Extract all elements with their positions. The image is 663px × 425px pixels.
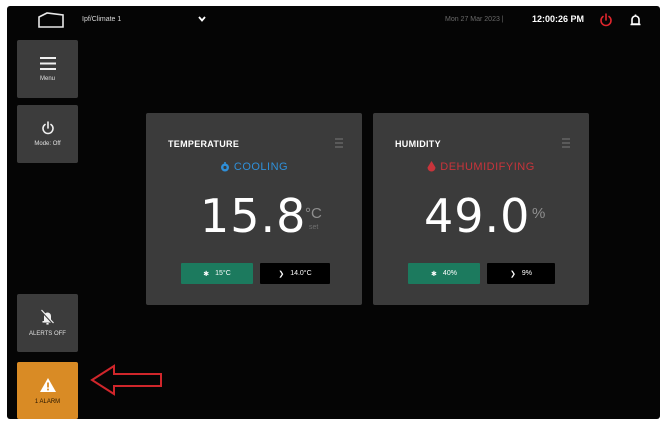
droplet-icon bbox=[427, 161, 436, 172]
power-icon[interactable] bbox=[599, 13, 613, 27]
temperature-status-text: COOLING bbox=[233, 161, 289, 173]
temperature-actual: ❯ 14.0°C bbox=[260, 263, 330, 284]
alarm-button[interactable]: 1 ALARM bbox=[17, 362, 78, 419]
bell-icon[interactable] bbox=[629, 13, 642, 28]
chevron-right-icon: ❯ bbox=[278, 270, 285, 278]
humidity-card[interactable]: HUMIDITY DEHUMIDIFYING 49.0 % ✱ 40% ❯ 9% bbox=[373, 113, 589, 305]
card-options-icon[interactable] bbox=[561, 137, 571, 149]
alerts-label: ALERTS OFF bbox=[29, 331, 66, 337]
date-text: Mon 27 Mar 2023 | bbox=[445, 16, 504, 23]
card-options-icon[interactable] bbox=[334, 137, 344, 149]
alarm-label: 1 ALARM bbox=[34, 398, 61, 405]
temperature-unit-sub: set bbox=[309, 224, 319, 231]
temperature-status: COOLING bbox=[146, 161, 362, 173]
hamburger-menu-icon bbox=[39, 56, 56, 70]
menu-label: Menu bbox=[39, 75, 55, 82]
temperature-value: 15.8 bbox=[200, 189, 307, 243]
humidity-actual: ❯ 9% bbox=[487, 263, 555, 284]
chevron-right-icon: ❯ bbox=[510, 270, 516, 278]
temperature-unit: °C bbox=[305, 205, 322, 222]
chevron-down-icon[interactable] bbox=[197, 14, 207, 24]
temperature-title: TEMPERATURE bbox=[168, 139, 240, 149]
device-screen: Ipf/Climate 1 Mon 27 Mar 2023 | 12:00:26… bbox=[7, 6, 660, 419]
snowflake-icon bbox=[220, 162, 229, 172]
temperature-card[interactable]: TEMPERATURE COOLING 15.8 °C set ✱ 15°C ❯… bbox=[146, 113, 362, 305]
alerts-toggle-button[interactable]: ALERTS OFF bbox=[17, 294, 78, 352]
warning-triangle-icon bbox=[39, 377, 56, 392]
temperature-setpoint[interactable]: ✱ 15°C bbox=[181, 263, 253, 284]
humidity-setpoint-value: 40% bbox=[442, 270, 457, 277]
humidity-value: 49.0 bbox=[424, 189, 531, 243]
humidity-title: HUMIDITY bbox=[395, 139, 441, 149]
mode-button[interactable]: Mode: Off bbox=[17, 105, 78, 163]
clock-text: 12:00:26 PM bbox=[532, 14, 585, 24]
bell-off-icon bbox=[40, 309, 55, 325]
humidity-setpoint[interactable]: ✱ 40% bbox=[408, 263, 480, 284]
mode-label: Mode: Off bbox=[34, 141, 61, 147]
snowflake-icon: ✱ bbox=[203, 270, 210, 278]
snowflake-icon: ✱ bbox=[431, 270, 437, 278]
humidity-actual-value: 9% bbox=[521, 270, 532, 277]
top-bar: Ipf/Climate 1 Mon 27 Mar 2023 | 12:00:26… bbox=[7, 6, 660, 36]
device-name[interactable]: Ipf/Climate 1 bbox=[82, 16, 121, 23]
humidity-status: DEHUMIDIFYING bbox=[373, 161, 589, 173]
humidity-unit: % bbox=[532, 205, 546, 222]
temperature-setpoint-value: 15°C bbox=[215, 270, 231, 277]
annotation-arrow-icon bbox=[90, 364, 162, 396]
home-outline-icon[interactable] bbox=[37, 11, 65, 29]
humidity-status-text: DEHUMIDIFYING bbox=[440, 161, 535, 173]
temperature-actual-value: 14.0°C bbox=[290, 270, 312, 277]
menu-button[interactable]: Menu bbox=[17, 40, 78, 98]
power-icon bbox=[41, 121, 54, 135]
